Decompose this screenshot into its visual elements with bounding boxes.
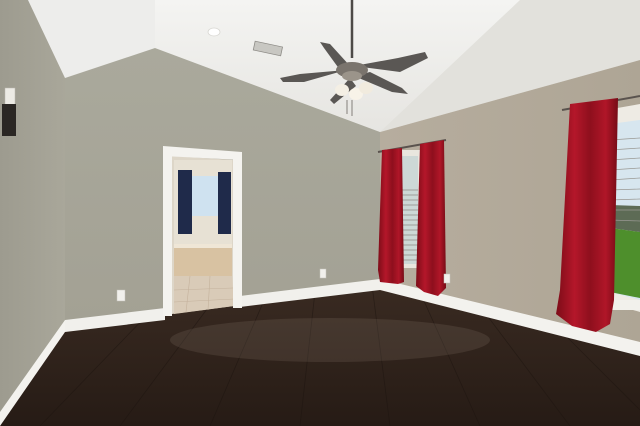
curtain-panel-middle <box>416 140 446 296</box>
fan-light-globe <box>335 84 349 96</box>
bathroom-doorway <box>172 156 235 314</box>
room-photo <box>0 0 640 426</box>
curtain-panel-left <box>378 148 404 284</box>
thermostat <box>2 104 16 136</box>
room-illustration <box>0 0 640 426</box>
recessed-light <box>207 27 221 37</box>
outlet-right-wall <box>443 273 451 284</box>
outlet-back-right <box>319 268 327 279</box>
floor-sheen <box>170 318 490 362</box>
fan-light-globe <box>359 82 373 94</box>
outlet-back-wall <box>116 289 126 302</box>
